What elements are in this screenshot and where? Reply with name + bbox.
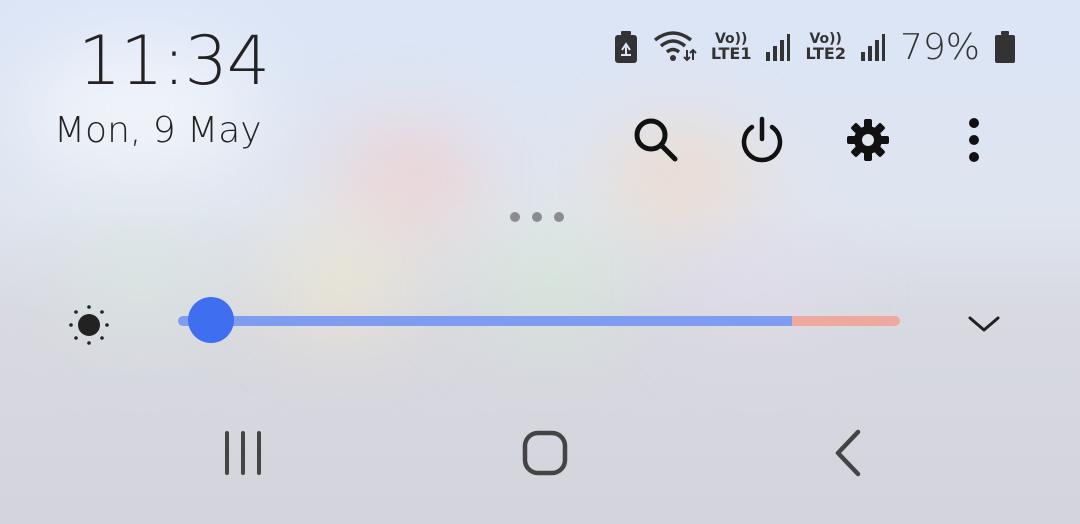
- power-button[interactable]: [734, 112, 790, 168]
- chevron-down-icon[interactable]: [964, 308, 1004, 340]
- back-icon[interactable]: [830, 428, 866, 478]
- sim2-label: LTE2: [805, 44, 846, 63]
- battery-saver-icon: [614, 31, 637, 63]
- more-vertical-icon: [969, 118, 979, 162]
- sim2-indicator: Vo)) LTE2: [805, 32, 846, 62]
- brightness-thumb[interactable]: [188, 297, 234, 343]
- page-indicator[interactable]: [510, 212, 564, 222]
- page-dot: [532, 212, 542, 222]
- brightness-track[interactable]: [178, 316, 792, 326]
- gear-icon: [847, 119, 889, 161]
- search-icon: [634, 118, 678, 162]
- home-icon[interactable]: [520, 428, 570, 478]
- clock[interactable]: 11:34: [78, 22, 270, 101]
- brightness-icon: [69, 305, 109, 345]
- status-bar: Vo)) LTE1 Vo)) LTE2 79%: [613, 26, 1016, 68]
- page-dot: [554, 212, 564, 222]
- brightness-slider[interactable]: [178, 297, 900, 343]
- signal-2-icon: [860, 34, 885, 61]
- search-button[interactable]: [628, 112, 684, 168]
- sim1-indicator: Vo)) LTE1: [711, 32, 752, 62]
- signal-1-icon: [766, 34, 791, 61]
- battery-percent: 79%: [899, 26, 980, 68]
- wifi-icon: [653, 31, 697, 62]
- more-options-button[interactable]: [946, 112, 1002, 168]
- power-icon: [741, 116, 783, 163]
- page-dot: [510, 212, 520, 222]
- battery-icon: [995, 31, 1015, 63]
- extra-brightness-track[interactable]: [792, 316, 900, 326]
- settings-button[interactable]: [840, 112, 896, 168]
- date[interactable]: Mon, 9 May: [54, 110, 262, 151]
- sim1-label: LTE1: [710, 44, 752, 63]
- recent-apps-icon[interactable]: [222, 428, 266, 478]
